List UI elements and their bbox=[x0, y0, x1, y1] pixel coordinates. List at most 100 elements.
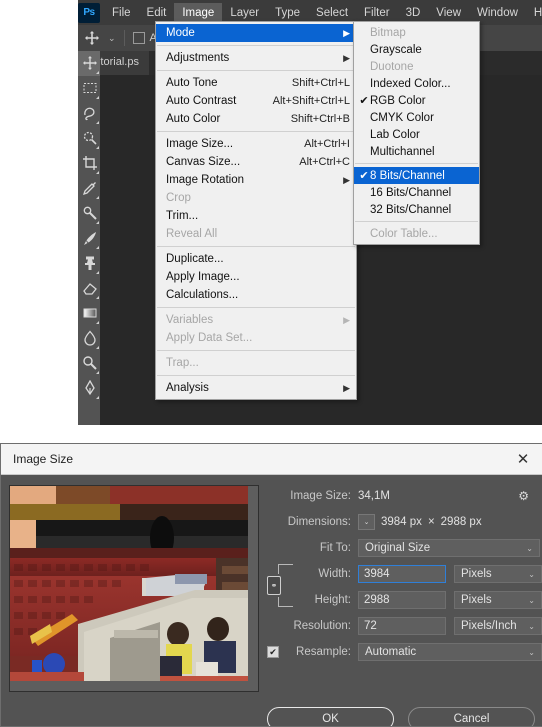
menu-view[interactable]: View bbox=[428, 3, 469, 23]
submenu-arrow-icon: ▶ bbox=[343, 314, 350, 325]
mode-item-rgb-color[interactable]: ✔ RGB Color bbox=[354, 92, 479, 109]
width-row: Width: 3984 Pixels ⌄ bbox=[267, 565, 542, 583]
preview-scrollbar-vertical[interactable] bbox=[248, 486, 258, 691]
image-size-value: 34,1M bbox=[358, 490, 390, 502]
image-menu-item-analysis[interactable]: Analysis ▶ bbox=[156, 379, 356, 397]
tool-button-pen[interactable] bbox=[78, 376, 100, 401]
gear-icon[interactable]: ⚙ bbox=[518, 489, 535, 503]
menu-item-label: Variables bbox=[166, 314, 214, 326]
image-menu-dropdown[interactable]: Mode ▶ Adjustments ▶ Auto Tone Shift+Ctrl+L Au… bbox=[155, 21, 357, 400]
submenu-arrow-icon: ▶ bbox=[343, 27, 350, 38]
image-menu-item-auto-tone[interactable]: Auto Tone Shift+Ctrl+L bbox=[156, 74, 356, 92]
image-menu-item-adjustments[interactable]: Adjustments ▶ bbox=[156, 49, 356, 67]
mode-item-8-bits-channel[interactable]: ✔ 8 Bits/Channel bbox=[354, 167, 479, 184]
resample-checkbox[interactable]: ✔ bbox=[267, 646, 279, 658]
mode-item-grayscale[interactable]: Grayscale bbox=[354, 41, 479, 58]
menu-image[interactable]: Image bbox=[174, 2, 223, 23]
menu-item-label: Image Rotation bbox=[166, 174, 244, 186]
tool-button-crop[interactable] bbox=[78, 151, 100, 176]
tool-flyout-indicator-icon bbox=[96, 321, 99, 324]
height-row: Height: 2988 Pixels ⌄ bbox=[267, 591, 542, 609]
image-menu-item-duplicate[interactable]: Duplicate... bbox=[156, 250, 356, 268]
tool-button-quick-selection[interactable] bbox=[78, 126, 100, 151]
submenu-arrow-icon: ▶ bbox=[343, 174, 350, 185]
fit-to-value: Original Size bbox=[365, 542, 431, 554]
menu-filter[interactable]: Filter bbox=[356, 3, 398, 23]
tool-flyout-indicator-icon bbox=[96, 221, 99, 224]
mode-item-lab-color[interactable]: Lab Color bbox=[354, 126, 479, 143]
menu-3d[interactable]: 3D bbox=[398, 3, 429, 23]
tool-flyout-indicator-icon bbox=[96, 71, 99, 74]
cancel-button[interactable]: Cancel bbox=[408, 707, 535, 726]
mode-submenu[interactable]: Bitmap Grayscale Duotone Indexed Color... ✔ R… bbox=[353, 21, 480, 245]
menu-layer[interactable]: Layer bbox=[222, 3, 267, 23]
tool-button-spot-healing-brush[interactable] bbox=[78, 201, 100, 226]
resolution-unit-select[interactable]: Pixels/Inch ⌄ bbox=[454, 617, 542, 635]
image-menu-item-image-size[interactable]: Image Size... Alt+Ctrl+I bbox=[156, 135, 356, 153]
image-menu-item-calculations[interactable]: Calculations... bbox=[156, 286, 356, 304]
preview-scrollbar-horizontal[interactable] bbox=[10, 681, 258, 691]
tool-button-rectangular-marquee[interactable] bbox=[78, 76, 100, 101]
width-unit-select[interactable]: Pixels ⌄ bbox=[454, 565, 542, 583]
menu-type[interactable]: Type bbox=[267, 3, 308, 23]
move-tool-icon[interactable] bbox=[82, 28, 102, 48]
mode-item-indexed-color[interactable]: Indexed Color... bbox=[354, 75, 479, 92]
tool-button-move[interactable] bbox=[78, 51, 100, 76]
ok-button[interactable]: OK bbox=[267, 707, 394, 726]
mode-item-32-bits-channel[interactable]: 32 Bits/Channel bbox=[354, 201, 479, 218]
tool-preset-chevron-icon[interactable]: ⌄ bbox=[108, 33, 116, 44]
mode-item-multichannel[interactable]: Multichannel bbox=[354, 143, 479, 160]
mode-item-cmyk-color[interactable]: CMYK Color bbox=[354, 109, 479, 126]
menu-file[interactable]: File bbox=[104, 3, 139, 23]
auto-select-checkbox[interactable] bbox=[132, 32, 145, 44]
dimensions-units-chevron-icon[interactable]: ⌄ bbox=[358, 514, 375, 530]
tool-button-blur[interactable] bbox=[78, 326, 100, 351]
dialog-title-bar: Image Size ✕ bbox=[1, 444, 542, 475]
image-menu-item-canvas-size[interactable]: Canvas Size... Alt+Ctrl+C bbox=[156, 153, 356, 171]
image-menu-item-trim[interactable]: Trim... bbox=[156, 207, 356, 225]
tool-button-brush[interactable] bbox=[78, 226, 100, 251]
mode-item-label: Lab Color bbox=[370, 128, 420, 141]
image-menu-item-auto-contrast[interactable]: Auto Contrast Alt+Shift+Ctrl+L bbox=[156, 92, 356, 110]
menu-select[interactable]: Select bbox=[308, 3, 356, 23]
menu-item-label: Reveal All bbox=[166, 228, 218, 240]
dimensions-width-value: 3984 px bbox=[381, 516, 422, 528]
resample-chevron-down-icon: ⌄ bbox=[528, 647, 535, 657]
tool-button-clone-stamp[interactable] bbox=[78, 251, 100, 276]
mode-item-16-bits-channel[interactable]: 16 Bits/Channel bbox=[354, 184, 479, 201]
menu-window[interactable]: Window bbox=[469, 3, 526, 23]
width-input[interactable]: 3984 bbox=[358, 565, 446, 583]
height-input[interactable]: 2988 bbox=[358, 591, 446, 609]
height-unit-select[interactable]: Pixels ⌄ bbox=[454, 591, 542, 609]
tool-flyout-indicator-icon bbox=[96, 96, 99, 99]
image-menu-item-auto-color[interactable]: Auto Color Shift+Ctrl+B bbox=[156, 110, 356, 128]
tool-button-dodge[interactable] bbox=[78, 351, 100, 376]
image-preview[interactable] bbox=[9, 485, 259, 692]
tool-button-lasso[interactable] bbox=[78, 101, 100, 126]
menu-edit[interactable]: Edit bbox=[139, 3, 175, 23]
menu-item-shortcut: Shift+Ctrl+B bbox=[290, 113, 350, 125]
resolution-unit-chevron-down-icon: ⌄ bbox=[528, 621, 535, 631]
dodge-tool-icon bbox=[82, 355, 99, 372]
image-menu-item-trap: Trap... bbox=[156, 354, 356, 372]
image-menu-item-mode[interactable]: Mode ▶ bbox=[156, 24, 356, 42]
menu-help[interactable]: Help bbox=[526, 3, 542, 23]
tool-button-eraser[interactable] bbox=[78, 276, 100, 301]
mode-item-label: CMYK Color bbox=[370, 111, 434, 124]
mode-item-label: Grayscale bbox=[370, 43, 422, 56]
close-icon[interactable]: ✕ bbox=[503, 444, 542, 474]
image-menu-item-image-rotation[interactable]: Image Rotation ▶ bbox=[156, 171, 356, 189]
chain-link-icon[interactable]: ⚭ bbox=[267, 576, 281, 595]
tool-flyout-indicator-icon bbox=[96, 396, 99, 399]
tool-button-gradient[interactable] bbox=[78, 301, 100, 326]
menu-item-shortcut: Alt+Shift+Ctrl+L bbox=[272, 95, 350, 107]
tool-button-eyedropper[interactable] bbox=[78, 176, 100, 201]
resample-select[interactable]: Automatic ⌄ bbox=[358, 643, 542, 661]
fit-to-select[interactable]: Original Size ⌄ bbox=[358, 539, 540, 557]
image-menu-item-variables: Variables ▶ bbox=[156, 311, 356, 329]
width-unit-value: Pixels bbox=[461, 568, 492, 580]
crop-tool-icon bbox=[82, 155, 99, 172]
resolution-input[interactable]: 72 bbox=[358, 617, 446, 635]
tools-panel bbox=[78, 51, 100, 425]
image-menu-item-apply-image[interactable]: Apply Image... bbox=[156, 268, 356, 286]
